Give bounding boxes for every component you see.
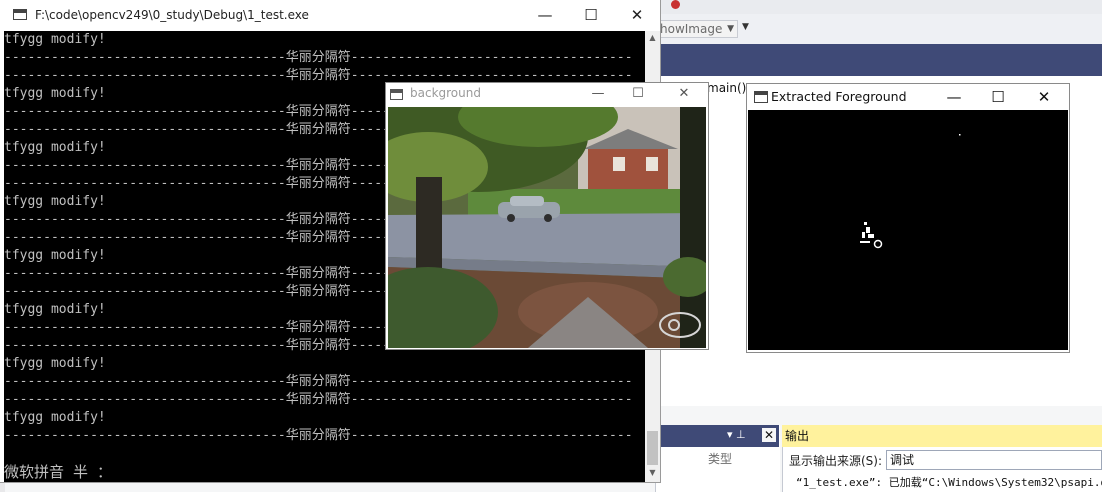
foreground-window: Extracted Foreground — ☐ ✕ bbox=[747, 84, 1069, 352]
output-log-line: “1_test.exe”: 已加载“C:\Windows\System32\ps… bbox=[796, 476, 1102, 489]
foreground-title: Extracted Foreground bbox=[771, 89, 907, 104]
maximize-button[interactable]: ☐ bbox=[616, 83, 660, 105]
vs-toolbar-top bbox=[655, 0, 1102, 14]
close-button[interactable]: ✕ bbox=[662, 83, 706, 105]
street-scene-image bbox=[388, 107, 706, 348]
console-line: tfygg modify! bbox=[4, 356, 106, 371]
pin-icon[interactable]: ▾ ⊥ bbox=[727, 428, 746, 441]
vs-tab-strip bbox=[655, 44, 1102, 76]
ime-status: 微软拼音 半 ： bbox=[4, 463, 113, 481]
window-icon bbox=[390, 89, 403, 100]
console-line: ------------------------------------华丽分隔… bbox=[4, 392, 633, 407]
output-source-label: 显示输出来源(S): bbox=[789, 454, 883, 468]
background-image bbox=[388, 107, 706, 348]
toolbar-overflow-icon[interactable]: ▼ bbox=[742, 22, 749, 32]
output-panel-title: 输出 bbox=[782, 425, 1102, 447]
console-line: tfygg modify! bbox=[4, 410, 106, 425]
window-icon bbox=[754, 91, 768, 103]
minimize-button[interactable]: — bbox=[931, 84, 977, 110]
background-title: background bbox=[410, 86, 481, 100]
console-line: tfygg modify! bbox=[4, 32, 106, 47]
console-title: F:\code\opencv249\0_study\Debug\1_test.e… bbox=[35, 8, 309, 22]
minimize-button[interactable]: — bbox=[522, 0, 568, 31]
function-combo-value: howImage bbox=[660, 22, 723, 36]
close-button[interactable]: ✕ bbox=[614, 0, 660, 31]
code-tab[interactable]: main() bbox=[705, 80, 749, 96]
breakpoint-icon[interactable] bbox=[671, 0, 680, 9]
close-icon[interactable]: ✕ bbox=[762, 428, 776, 442]
vs-left-panel-header bbox=[655, 425, 779, 447]
scroll-up-icon[interactable]: ▲ bbox=[645, 33, 660, 42]
type-column-header[interactable]: 类型 bbox=[708, 450, 732, 467]
console-line: ------------------------------------华丽分隔… bbox=[4, 428, 633, 443]
minimize-button[interactable]: — bbox=[576, 83, 620, 105]
close-button[interactable]: ✕ bbox=[1021, 84, 1067, 110]
console-line: ------------------------------------华丽分隔… bbox=[4, 50, 633, 65]
foreground-mask-image bbox=[748, 110, 1068, 350]
maximize-button[interactable]: ☐ bbox=[568, 0, 614, 31]
maximize-button[interactable]: ☐ bbox=[975, 84, 1021, 110]
function-combo[interactable]: howImage ▼ bbox=[656, 20, 738, 38]
background-window: background — ☐ ✕ bbox=[386, 83, 708, 349]
console-app-icon bbox=[13, 9, 27, 20]
scroll-down-icon[interactable]: ▼ bbox=[645, 468, 660, 477]
console-line: ------------------------------------华丽分隔… bbox=[4, 374, 633, 389]
chevron-down-icon: ▼ bbox=[727, 24, 734, 34]
output-source-select[interactable]: 调试 bbox=[886, 450, 1102, 470]
scroll-thumb[interactable] bbox=[647, 431, 658, 465]
foreground-blob-image bbox=[748, 110, 1068, 350]
